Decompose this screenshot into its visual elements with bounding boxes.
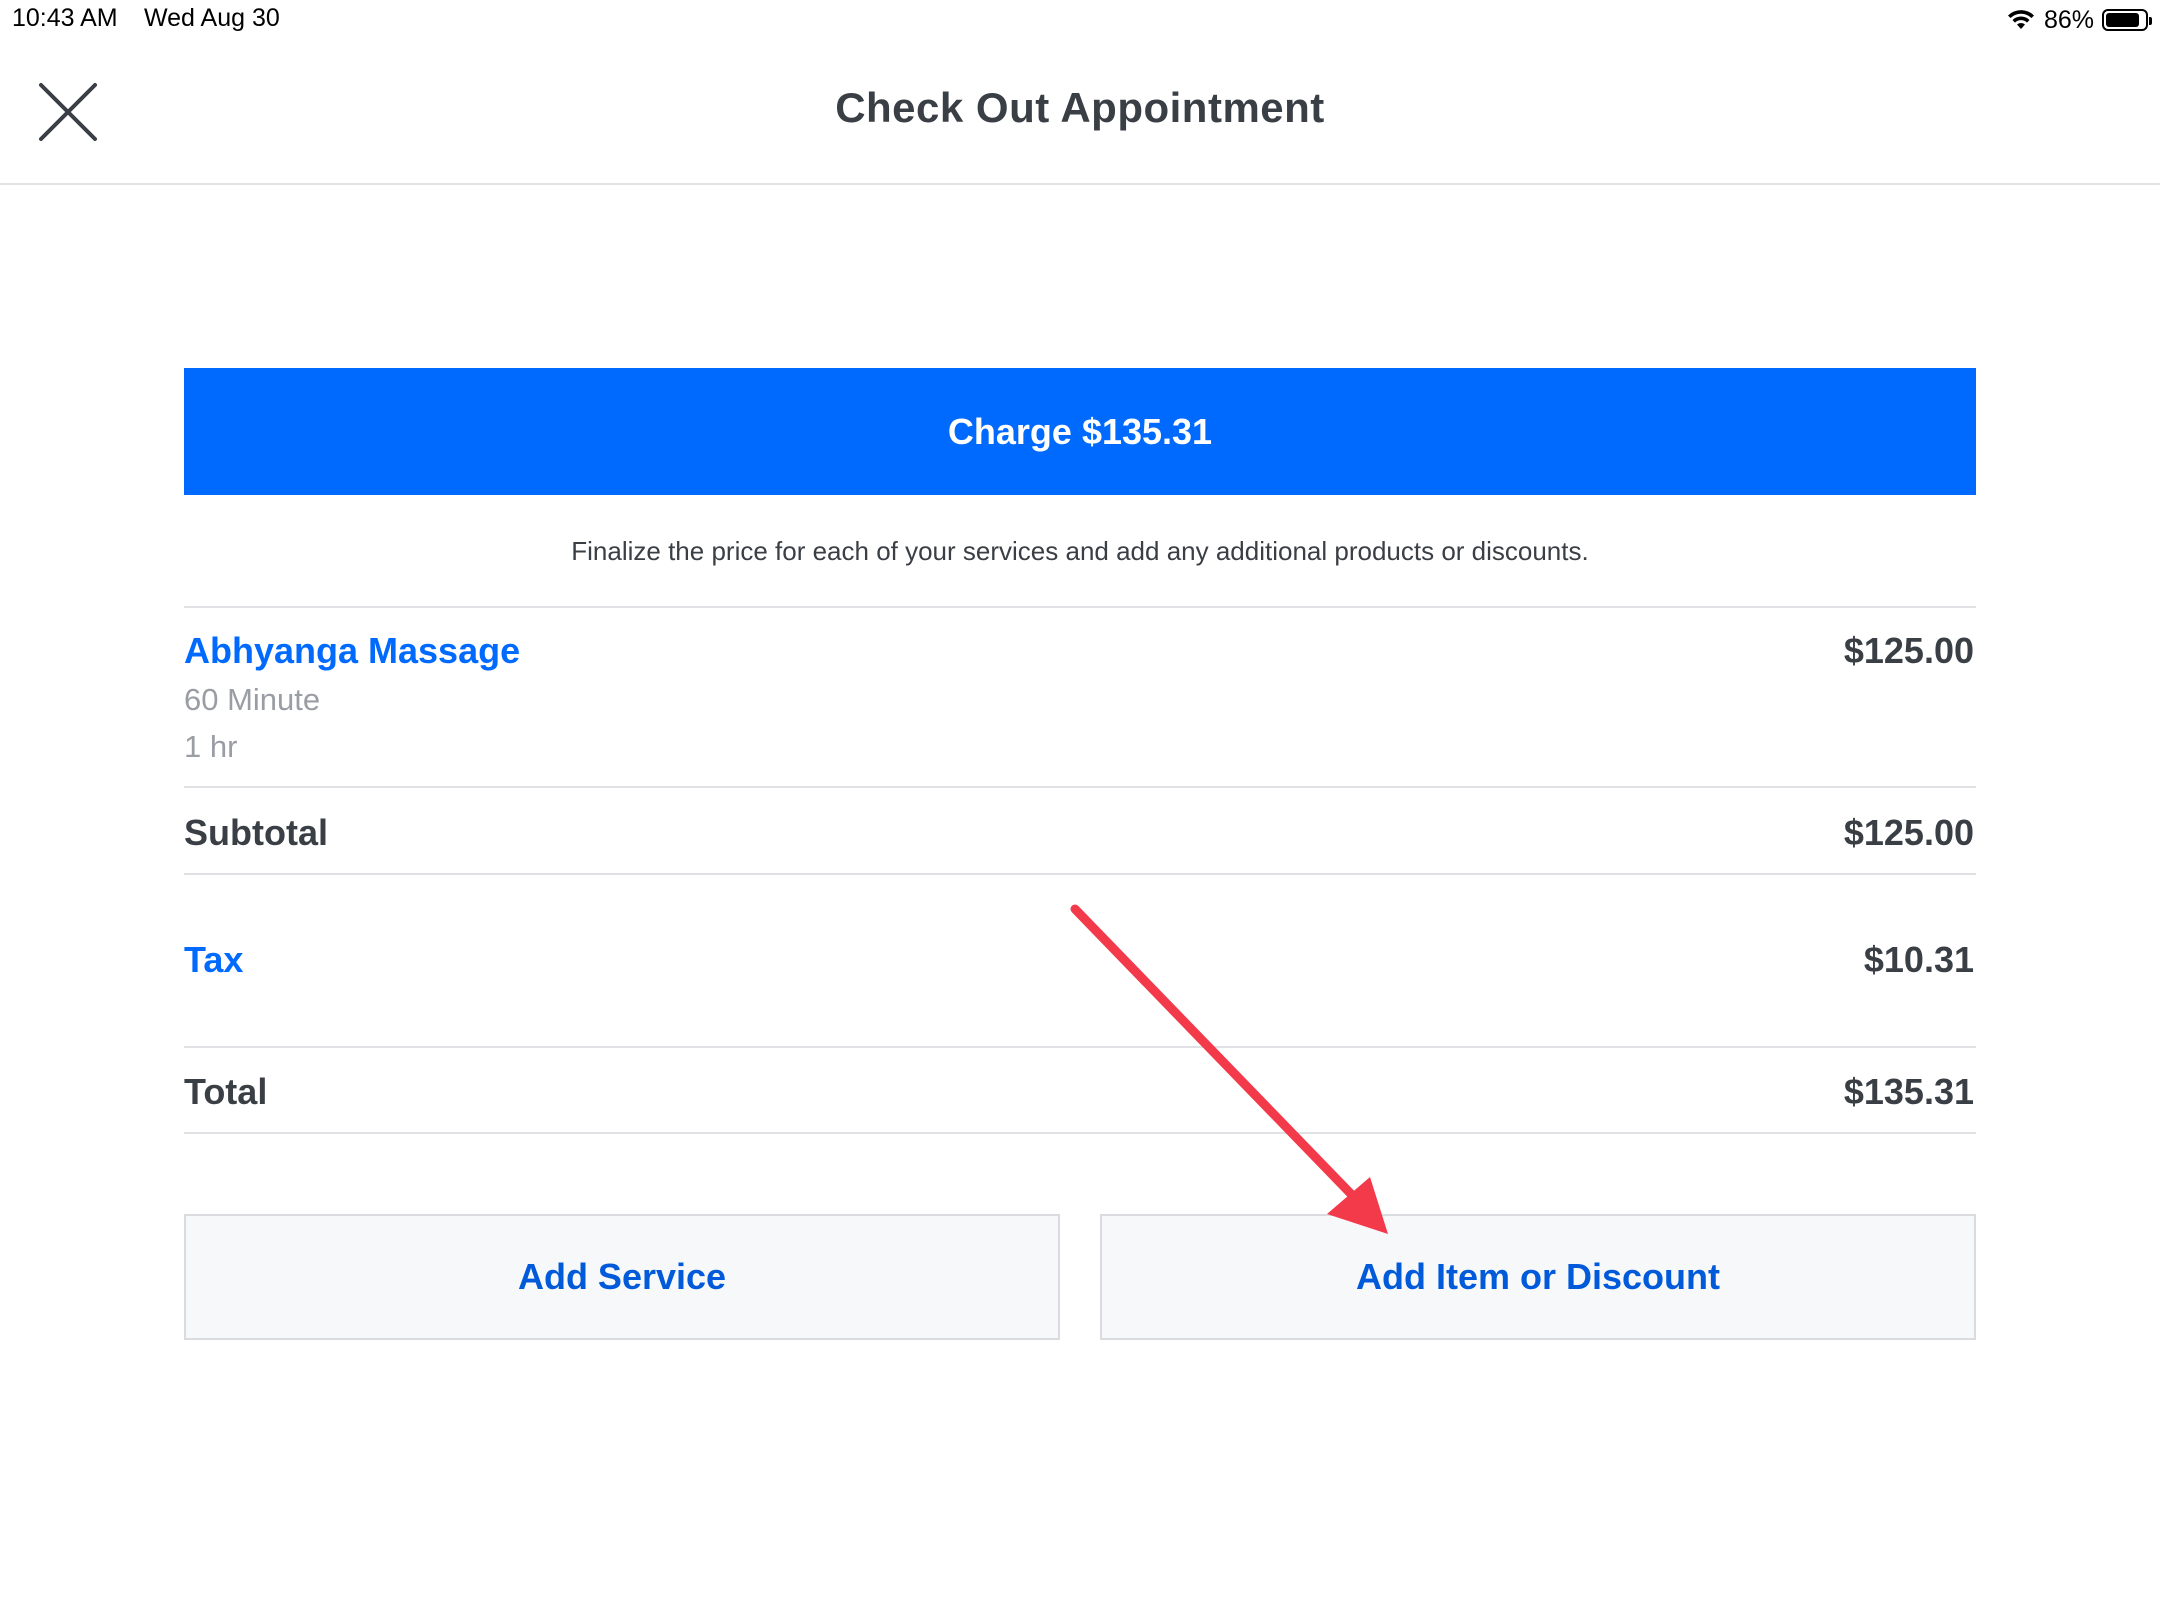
subtotal-label: Subtotal: [184, 812, 328, 853]
service-variant: 60 Minute: [184, 682, 321, 717]
tax-label[interactable]: Tax: [184, 939, 243, 981]
add-service-button[interactable]: Add Service: [184, 1214, 1060, 1340]
divider: [184, 606, 1976, 608]
wifi-icon: [2007, 10, 2034, 29]
divider: [184, 1132, 1976, 1134]
arrow-shaft: [1070, 904, 1357, 1200]
page-title: Check Out Appointment: [835, 84, 1325, 131]
battery-icon: [2102, 9, 2152, 31]
annotation-arrow: [1070, 904, 1388, 1234]
service-duration: 1 hr: [184, 729, 238, 764]
total-label: Total: [184, 1071, 268, 1112]
status-indicators: 86%: [2006, 4, 2152, 36]
divider: [184, 786, 1976, 788]
status-bar: 10:43 AM Wed Aug 30 86%: [0, 0, 2160, 40]
add-item-or-discount-button[interactable]: Add Item or Discount: [1100, 1214, 1976, 1340]
charge-button[interactable]: Charge $135.31: [184, 368, 1976, 495]
service-price: $125.00: [1843, 630, 1974, 671]
divider: [184, 873, 1976, 875]
battery-percent: 86%: [2043, 5, 2094, 34]
tax-value: $10.31: [1863, 939, 1974, 980]
instructions-text: Finalize the price for each of your serv…: [571, 536, 1589, 566]
battery-level: [2106, 13, 2139, 27]
header: Check Out Appointment: [0, 40, 2160, 185]
battery-cap: [2149, 17, 2152, 25]
total-value: $135.31: [1843, 1071, 1974, 1112]
status-date: Wed Aug 30: [144, 4, 280, 32]
status-time: 10:43 AM: [12, 4, 118, 32]
service-name[interactable]: Abhyanga Massage: [184, 630, 520, 672]
divider: [184, 1046, 1976, 1048]
subtotal-value: $125.00: [1843, 812, 1974, 853]
